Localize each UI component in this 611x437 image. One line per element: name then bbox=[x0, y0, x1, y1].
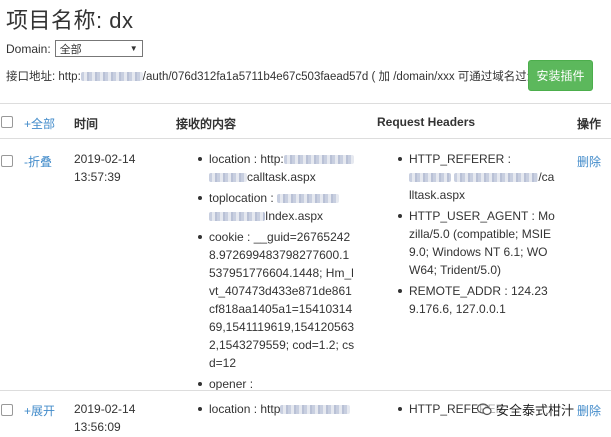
collapse-toggle[interactable]: -折叠 bbox=[24, 153, 52, 170]
install-plugin-button[interactable]: 安装插件 bbox=[528, 60, 593, 91]
redacted-text bbox=[283, 155, 354, 165]
expand-toggle[interactable]: +展开 bbox=[24, 402, 55, 419]
redacted-text bbox=[454, 173, 539, 183]
redacted-text bbox=[277, 194, 340, 204]
list-item: toplocation : Index.aspx bbox=[195, 189, 355, 225]
delete-link[interactable]: 删除 bbox=[577, 153, 601, 170]
api-label: 接口地址: http: bbox=[6, 71, 81, 83]
api-address: 接口地址: http: /auth/076d312fa1a5711b4e67c50… bbox=[6, 68, 565, 84]
list-item: location : http: calltask.aspx bbox=[195, 150, 355, 186]
redacted-text bbox=[280, 405, 351, 415]
redacted-text bbox=[209, 212, 265, 222]
column-header-content: 接收的内容 bbox=[176, 117, 237, 131]
domain-label: Domain: bbox=[6, 41, 51, 56]
redacted-text bbox=[209, 173, 247, 183]
list-item: HTTP_REFERER : /calltask.aspx bbox=[395, 150, 555, 204]
api-path: /auth/076d312fa1a5711b4e67c503faead57d (… bbox=[142, 71, 566, 83]
domain-filter: Domain: 全部 ▼ bbox=[6, 40, 143, 57]
received-content-list: location : http bbox=[195, 400, 355, 421]
request-headers-list: HTTP_REFERER : /calltask.aspx HTTP_USER_… bbox=[395, 150, 555, 321]
received-content-list: location : http: calltask.aspx toplocati… bbox=[195, 150, 355, 396]
divider bbox=[0, 390, 611, 391]
domain-selected-value: 全部 bbox=[59, 43, 82, 56]
column-header-action: 操作 bbox=[577, 117, 602, 131]
divider bbox=[0, 138, 611, 139]
list-item: REMOTE_ADDR : 124.239.176.6, 127.0.0.1 bbox=[395, 282, 555, 318]
row-timestamp: 2019-02-14 13:56:09 bbox=[74, 400, 135, 436]
list-item: location : http bbox=[195, 400, 355, 418]
row-checkbox[interactable] bbox=[1, 404, 13, 416]
column-header-time: 时间 bbox=[74, 117, 99, 131]
row-date: 2019-02-14 bbox=[74, 402, 136, 416]
watermark: 安全泰式柑汁 bbox=[477, 400, 575, 419]
list-item: HTTP_USER_AGENT : Mozilla/5.0 (compatibl… bbox=[395, 207, 555, 279]
chevron-down-icon: ▼ bbox=[129, 44, 138, 53]
redacted-text bbox=[409, 173, 451, 183]
row-checkbox[interactable] bbox=[1, 155, 13, 167]
expand-all-link[interactable]: +全部 bbox=[24, 115, 55, 132]
redacted-host bbox=[80, 72, 143, 82]
row-timestamp: 2019-02-14 13:57:39 bbox=[74, 150, 135, 186]
domain-select[interactable]: 全部 ▼ bbox=[54, 40, 143, 57]
row-date: 2019-02-14 bbox=[74, 152, 136, 166]
watermark-text: 安全泰式柑汁 bbox=[496, 403, 575, 418]
divider bbox=[0, 103, 611, 104]
delete-link[interactable]: 删除 bbox=[577, 402, 601, 419]
row-time: 13:56:09 bbox=[74, 420, 121, 434]
select-all-checkbox[interactable] bbox=[1, 116, 13, 128]
column-header-request-headers: Request Headers bbox=[377, 115, 476, 129]
list-item: cookie : __guid=267652428.97269948379827… bbox=[195, 228, 355, 372]
page-title: 项目名称: dx bbox=[6, 8, 134, 33]
row-time: 13:57:39 bbox=[74, 170, 121, 184]
wechat-icon bbox=[477, 403, 492, 416]
